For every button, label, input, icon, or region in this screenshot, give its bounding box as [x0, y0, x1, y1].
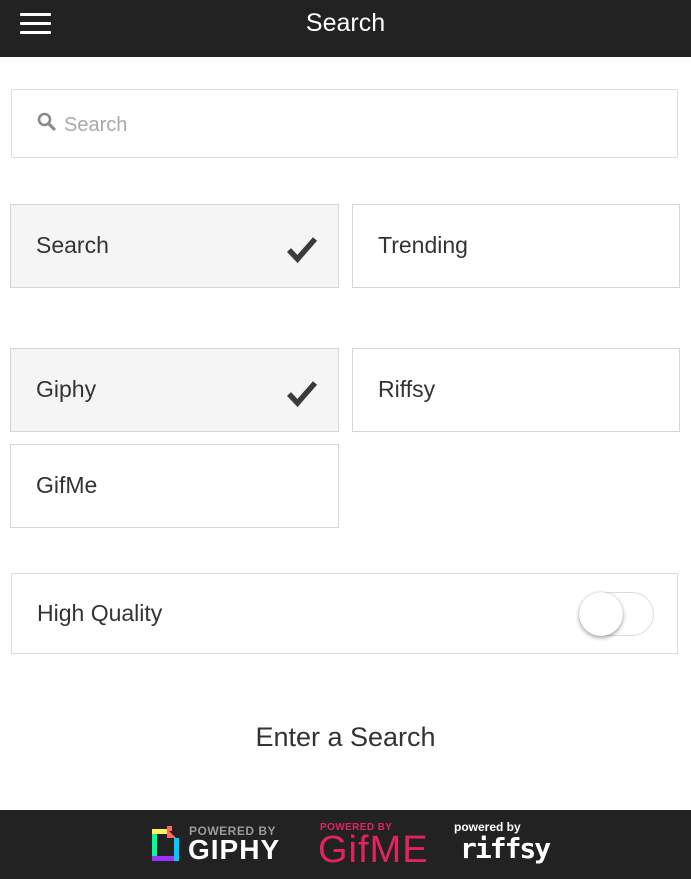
search-icon: [37, 112, 56, 131]
source-option-label: Riffsy: [378, 376, 436, 402]
mode-option-label: Search: [36, 232, 109, 258]
high-quality-setting: High Quality: [11, 573, 678, 654]
mode-option-trending[interactable]: Trending: [352, 204, 680, 288]
page-title: Search: [305, 9, 386, 37]
riffsy-logo: powered by riffsy: [452, 820, 551, 868]
gifme-logo: POWERED BY GifME: [318, 822, 434, 871]
high-quality-label: High Quality: [37, 600, 163, 626]
source-option-riffsy[interactable]: Riffsy: [352, 348, 680, 432]
high-quality-toggle[interactable]: [579, 592, 654, 636]
empty-results-message: Enter a Search: [255, 722, 436, 752]
mode-option-label: Trending: [378, 232, 468, 258]
source-option-giphy[interactable]: Giphy: [10, 348, 339, 432]
giphy-wordmark: GIPHY: [188, 834, 281, 865]
app-header: Search: [0, 0, 691, 57]
app-root: Search Search Trending Giphy Riffsy GifM…: [0, 0, 691, 879]
mode-option-search[interactable]: Search: [10, 204, 339, 288]
giphy-logo: POWERED BY GIPHY: [152, 823, 292, 865]
checkmark-icon: [287, 237, 318, 263]
source-option-gifme[interactable]: GifMe: [10, 444, 339, 528]
source-option-label: Giphy: [36, 376, 97, 402]
giphy-mark-icon: [152, 826, 179, 861]
gifme-wordmark: GifME: [318, 829, 429, 871]
search-field[interactable]: [11, 89, 678, 158]
toggle-knob: [579, 592, 623, 636]
source-option-label: GifMe: [36, 472, 98, 498]
search-input[interactable]: [64, 108, 654, 142]
checkmark-icon: [287, 381, 318, 407]
riffsy-wordmark: riffsy: [460, 832, 551, 865]
